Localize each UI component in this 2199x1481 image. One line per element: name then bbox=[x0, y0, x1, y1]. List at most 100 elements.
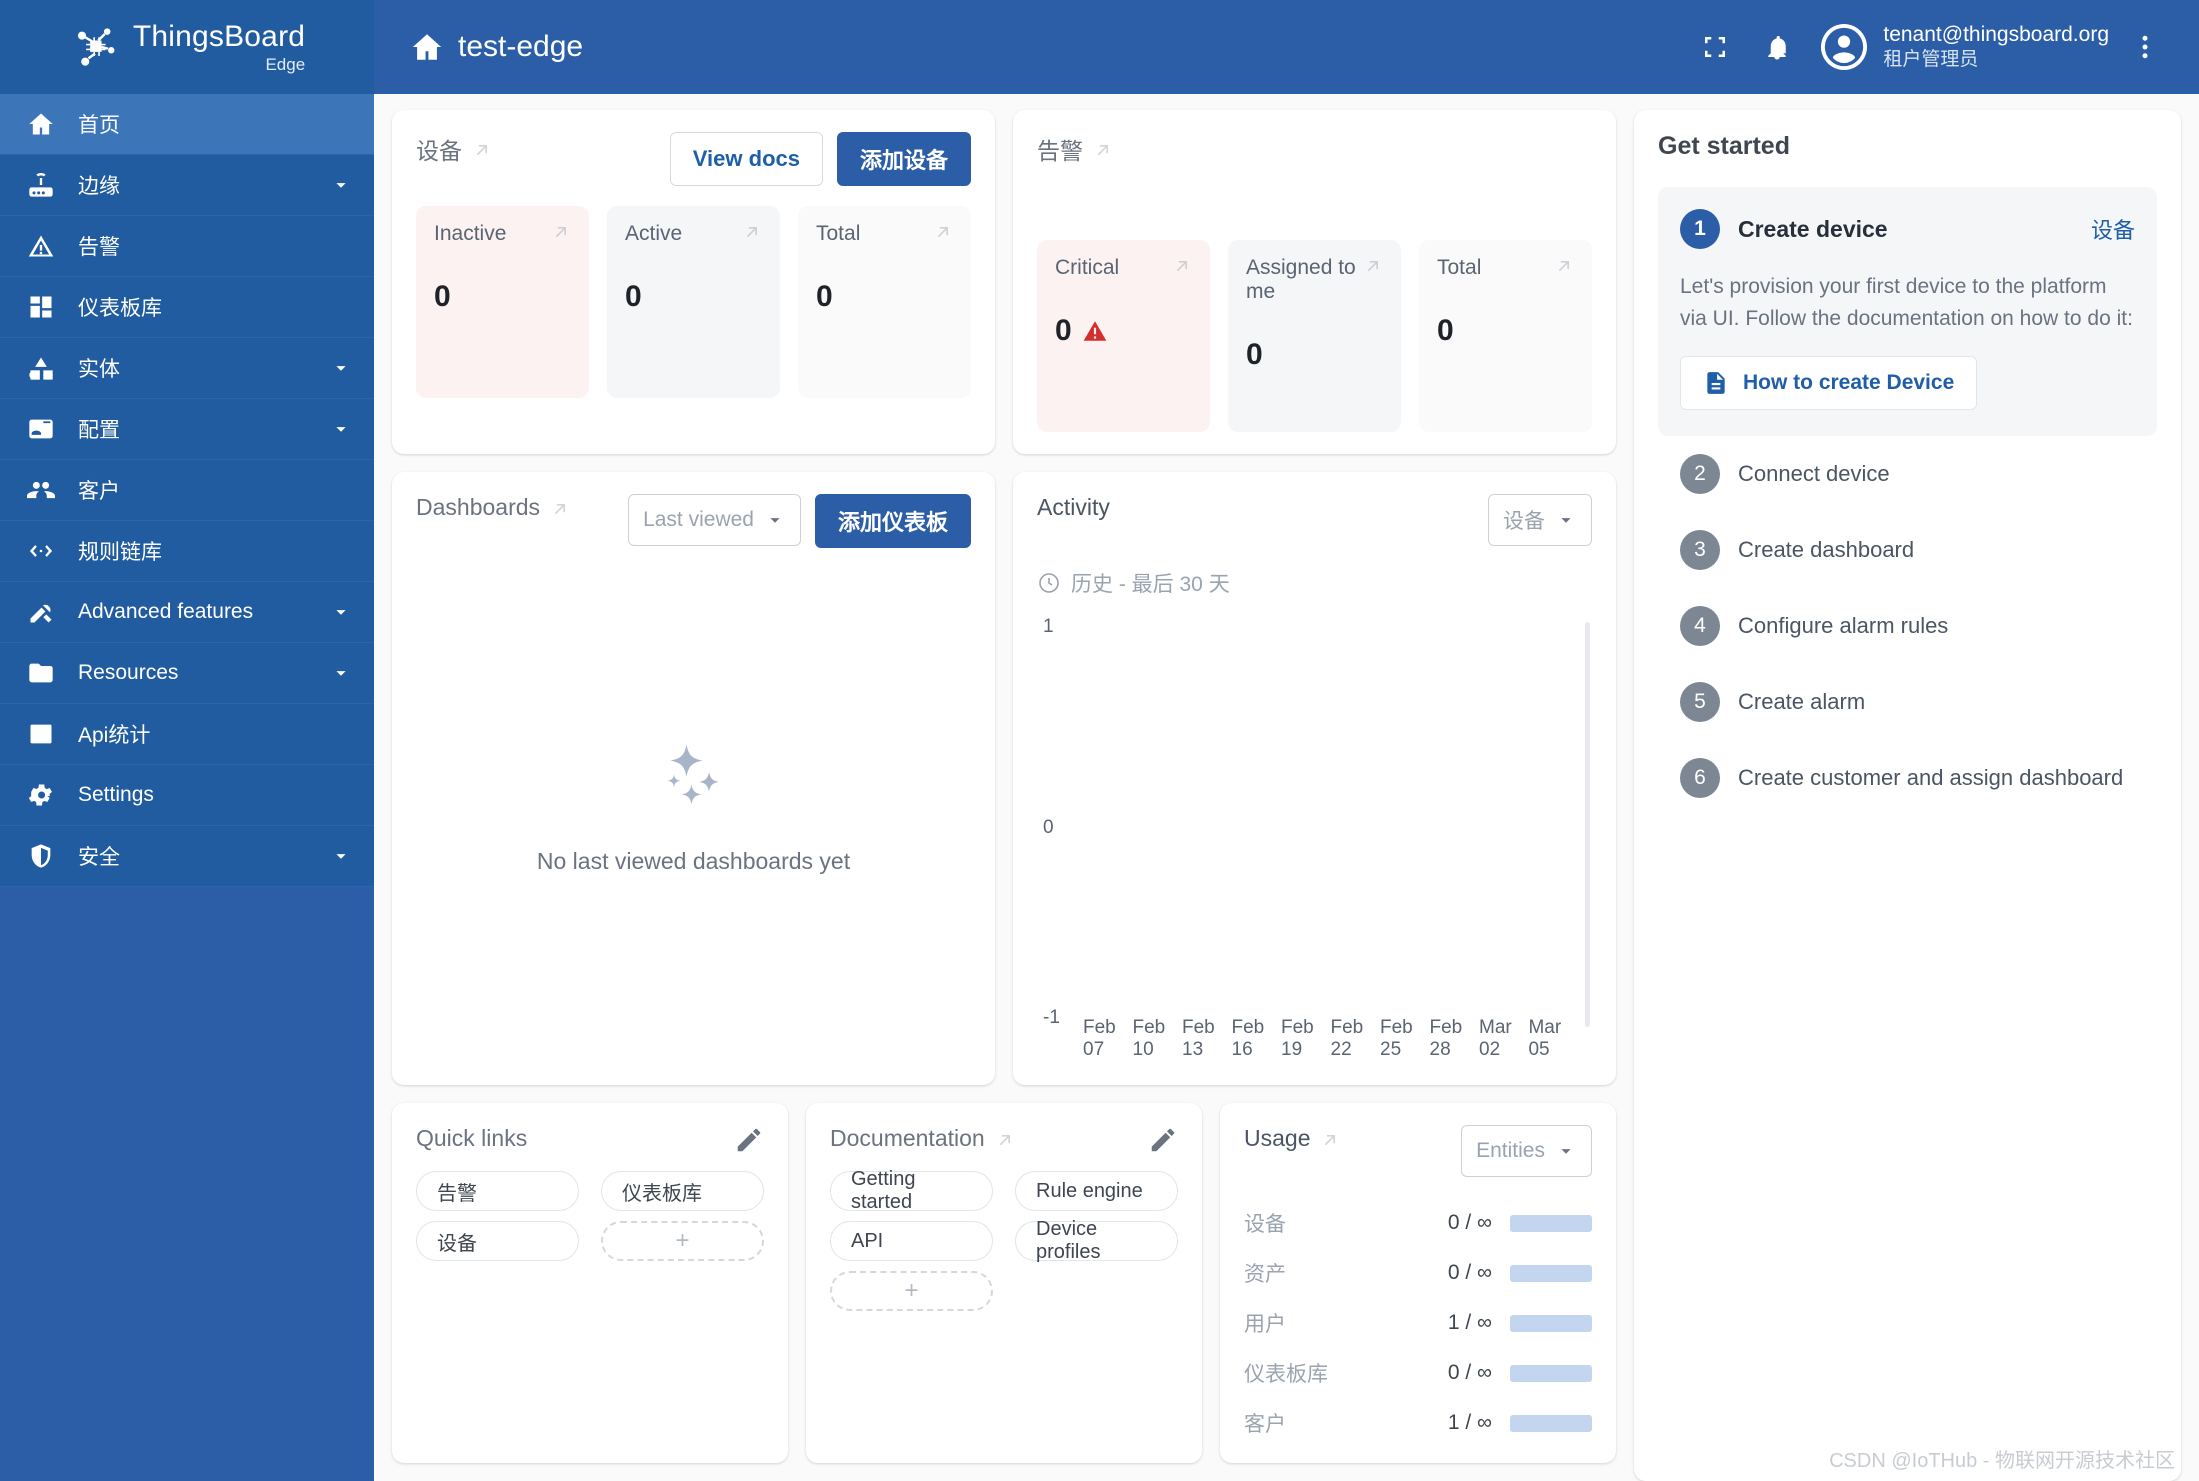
sidebar-item-3[interactable]: 告警 bbox=[0, 216, 374, 277]
activity-timewindow-label: 历史 - 最后 30 天 bbox=[1071, 573, 1230, 596]
stat-tile[interactable]: Critical 0 bbox=[1037, 240, 1210, 432]
y-tick-middle: 0 bbox=[1043, 817, 1054, 839]
stat-tile[interactable]: Active 0 bbox=[607, 206, 780, 398]
external-link-icon[interactable] bbox=[1320, 1129, 1340, 1149]
add-dashboard-button[interactable]: 添加仪表板 bbox=[814, 494, 971, 548]
sidebar-item-1[interactable]: 首页 bbox=[0, 94, 374, 155]
get-started-step-2[interactable]: 2 Connect device bbox=[1658, 436, 2157, 512]
usage-row-bar bbox=[1510, 1314, 1592, 1332]
stat-tile[interactable]: Total 0 bbox=[798, 206, 971, 398]
doc-button-label: How to create Device bbox=[1743, 371, 1955, 394]
external-link-icon[interactable] bbox=[1093, 139, 1113, 159]
add-link-chip[interactable]: + bbox=[830, 1271, 993, 1311]
home-icon[interactable] bbox=[410, 30, 444, 64]
pencil-icon[interactable] bbox=[734, 1125, 764, 1155]
chevron-down-icon[interactable] bbox=[324, 357, 358, 379]
sidebar-item-5[interactable]: 实体 bbox=[0, 338, 374, 399]
activity-entity-select[interactable]: 设备 bbox=[1488, 494, 1592, 546]
how-to-create-device-button[interactable]: How to create Device bbox=[1680, 356, 1978, 410]
view-docs-button[interactable]: View docs bbox=[669, 132, 823, 186]
bell-icon[interactable] bbox=[1751, 21, 1803, 73]
add-device-button[interactable]: 添加设备 bbox=[836, 132, 971, 186]
external-link-icon[interactable] bbox=[550, 498, 570, 518]
usage-rows: 设备 0 / ∞ 资产 0 / ∞ 用户 1 / ∞ 仪表板库 0 / ∞ 客户 1 / ∞ bbox=[1244, 1205, 1592, 1441]
sidebar-item-10[interactable]: Resources bbox=[0, 643, 374, 704]
add-link-chip[interactable]: + bbox=[601, 1221, 764, 1261]
brand-name: ThingsBoard bbox=[132, 19, 306, 53]
activity-chart: 1 0 -1 Feb 07 Feb 10 Feb 13 Feb 16 Feb 19 Feb… bbox=[1037, 616, 1592, 1063]
pencil-icon[interactable] bbox=[1148, 1125, 1178, 1155]
step-number-badge: 6 bbox=[1680, 758, 1720, 798]
x-tick: Feb 16 bbox=[1231, 1017, 1265, 1060]
link-chip[interactable]: 告警 bbox=[416, 1171, 579, 1211]
external-link-icon[interactable] bbox=[1363, 256, 1383, 276]
external-link-icon[interactable] bbox=[1172, 256, 1192, 276]
external-link-icon[interactable] bbox=[1554, 256, 1574, 276]
link-chip[interactable]: Getting started bbox=[830, 1168, 993, 1213]
dashboards-card-title-text: Dashboards bbox=[416, 494, 541, 520]
stat-tile[interactable]: Assigned to me 0 bbox=[1228, 240, 1401, 432]
get-started-card: Get started 1 Create device 设备 Let's pro… bbox=[1634, 110, 2181, 1481]
documentation-title-text: Documentation bbox=[830, 1125, 985, 1151]
get-started-step-1[interactable]: 1 Create device 设备 Let's provision your … bbox=[1658, 187, 2157, 436]
user-email: tenant@thingsboard.org bbox=[1883, 23, 2109, 46]
chart-scrollbar[interactable] bbox=[1585, 622, 1590, 1027]
chevron-down-icon[interactable] bbox=[324, 418, 358, 440]
sidebar-item-label: 配置 bbox=[78, 419, 120, 442]
link-chip[interactable]: 设备 bbox=[416, 1221, 579, 1261]
sidebar-item-8[interactable]: 规则链库 bbox=[0, 521, 374, 582]
content-area: 设备 View docs 添加设备 Inactive 0 Active 0 Total 0 bbox=[374, 94, 2199, 1481]
get-started-step-5[interactable]: 5 Create alarm bbox=[1658, 664, 2157, 740]
step-label: Create customer and assign dashboard bbox=[1738, 765, 2124, 790]
sidebar-item-label: Api统计 bbox=[78, 724, 151, 747]
stat-tile-value: 0 bbox=[1055, 314, 1072, 347]
dashboards-sort-select[interactable]: Last viewed bbox=[628, 494, 801, 546]
stat-tile[interactable]: Total 0 bbox=[1419, 240, 1592, 432]
brand-logo-block[interactable]: ThingsBoard Edge bbox=[0, 0, 374, 94]
usage-select[interactable]: Entities bbox=[1461, 1125, 1592, 1177]
external-link-icon[interactable] bbox=[995, 1129, 1015, 1149]
stat-tile-label: Total bbox=[816, 222, 861, 245]
usage-row-name: 设备 bbox=[1244, 1213, 1286, 1236]
external-link-icon[interactable] bbox=[742, 222, 762, 242]
external-link-icon[interactable] bbox=[933, 222, 953, 242]
step-entity-link[interactable]: 设备 bbox=[2091, 213, 2135, 245]
get-started-step-6[interactable]: 6 Create customer and assign dashboard bbox=[1658, 740, 2157, 816]
get-started-step-3[interactable]: 3 Create dashboard bbox=[1658, 512, 2157, 588]
stat-tile-header: Total bbox=[816, 222, 953, 246]
external-link-icon[interactable] bbox=[472, 139, 492, 159]
sidebar-item-9[interactable]: Advanced features bbox=[0, 582, 374, 643]
external-link-icon[interactable] bbox=[551, 222, 571, 242]
stat-tile-value: 0 bbox=[1437, 314, 1454, 347]
fullscreen-icon[interactable] bbox=[1689, 21, 1741, 73]
link-chip[interactable]: Device profiles bbox=[1015, 1218, 1178, 1263]
link-chip[interactable]: 仪表板库 bbox=[601, 1171, 764, 1211]
usage-row-name: 仪表板库 bbox=[1244, 1363, 1328, 1386]
link-chip[interactable]: API bbox=[830, 1221, 993, 1261]
usage-row-name: 用户 bbox=[1244, 1313, 1286, 1336]
get-started-step-4[interactable]: 4 Configure alarm rules bbox=[1658, 588, 2157, 664]
documentation-header: Documentation bbox=[830, 1125, 1178, 1155]
sidebar-item-6[interactable]: 配置 bbox=[0, 399, 374, 460]
sidebar-item-2[interactable]: 边缘 bbox=[0, 155, 374, 216]
usage-row: 客户 1 / ∞ bbox=[1244, 1405, 1592, 1441]
more-vertical-icon[interactable] bbox=[2119, 21, 2171, 73]
thingsboard-logo-icon bbox=[69, 21, 121, 73]
sidebar-item-11[interactable]: Api统计 bbox=[0, 704, 374, 765]
activity-timewindow[interactable]: 历史 - 最后 30 天 bbox=[1037, 568, 1592, 598]
step-number-badge: 3 bbox=[1680, 530, 1720, 570]
chevron-down-icon[interactable] bbox=[324, 662, 358, 684]
chevron-down-icon[interactable] bbox=[324, 174, 358, 196]
user-menu[interactable]: tenant@thingsboard.org 租户管理员 bbox=[1821, 22, 2109, 72]
sidebar-item-4[interactable]: 仪表板库 bbox=[0, 277, 374, 338]
sidebar-item-7[interactable]: 客户 bbox=[0, 460, 374, 521]
stat-tile-header: Assigned to me bbox=[1246, 256, 1383, 304]
stat-tile[interactable]: Inactive 0 bbox=[416, 206, 589, 398]
link-chip[interactable]: Rule engine bbox=[1015, 1171, 1178, 1211]
stat-tile-label: Inactive bbox=[434, 222, 507, 245]
alert-triangle-icon bbox=[26, 231, 56, 261]
chevron-down-icon[interactable] bbox=[324, 601, 358, 623]
chevron-down-icon[interactable] bbox=[324, 845, 358, 867]
sidebar-item-13[interactable]: 安全 bbox=[0, 826, 374, 887]
sidebar-item-12[interactable]: Settings bbox=[0, 765, 374, 826]
